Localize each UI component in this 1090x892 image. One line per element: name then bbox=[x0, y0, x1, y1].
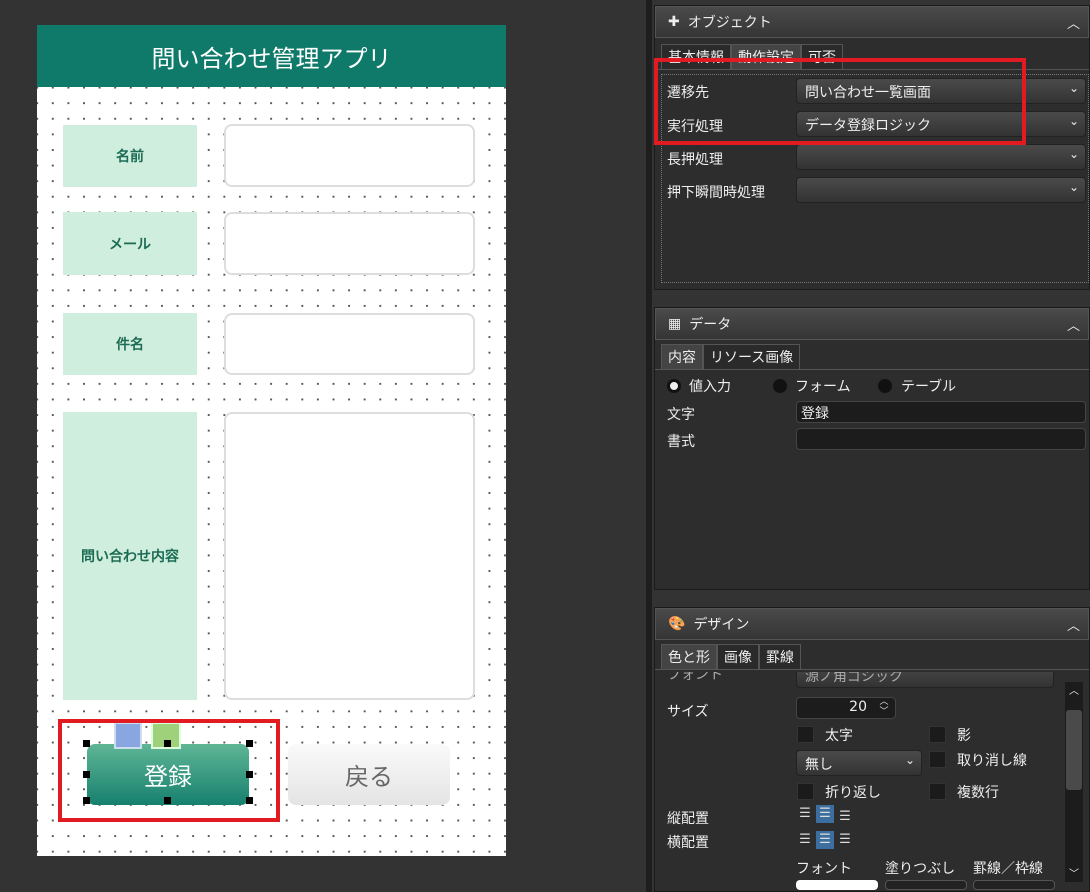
shadow-label: 影 bbox=[957, 728, 971, 744]
scrollbar[interactable]: ︿ ﹀ bbox=[1065, 682, 1083, 882]
inquiry-textarea[interactable] bbox=[224, 412, 475, 700]
longpress-select[interactable]: ⌄ bbox=[796, 144, 1086, 170]
font-color-label: フォント bbox=[796, 861, 852, 877]
multiline-label: 複数行 bbox=[957, 785, 999, 801]
chevron-down-icon: ⌄ bbox=[904, 753, 915, 767]
press-instant-label: 押下瞬間時処理 bbox=[667, 185, 765, 201]
design-panel: 🎨 デザイン ︿ 色と形 画像 罫線 フォント 源ノ角ゴシック サイズ 20 ︿ ﹀ … bbox=[654, 607, 1090, 892]
email-input[interactable] bbox=[224, 212, 475, 275]
data-panel: ▦ データ ︿ 内容 リソース画像 値入力 フォーム テーブル 文字 登録 書式 bbox=[654, 307, 1090, 590]
table-icon: ▦ bbox=[668, 316, 682, 332]
palette-icon: 🎨 bbox=[668, 616, 686, 632]
longpress-label: 長押処理 bbox=[667, 152, 723, 168]
align-middle-icon[interactable]: ☰ bbox=[816, 805, 834, 823]
format-label: 書式 bbox=[667, 434, 695, 450]
valign-label: 縦配置 bbox=[667, 811, 709, 827]
size-spinner[interactable]: ︿ ﹀ bbox=[873, 697, 895, 719]
align-bottom-icon[interactable]: ☰ bbox=[836, 808, 854, 826]
radio-label: フォーム bbox=[795, 379, 851, 395]
font-label: フォント bbox=[667, 672, 723, 683]
scroll-down-icon[interactable]: ﹀ bbox=[1065, 865, 1083, 880]
panel-title: オブジェクト bbox=[687, 15, 772, 31]
panel-title: デザイン bbox=[693, 617, 750, 633]
highlight-box bbox=[654, 58, 1026, 145]
border-color-label: 罫線／枠線 bbox=[973, 861, 1043, 877]
tab-image[interactable]: 画像 bbox=[717, 644, 759, 669]
multiline-checkbox[interactable] bbox=[929, 783, 946, 800]
email-label[interactable]: メール bbox=[63, 212, 197, 275]
text-input[interactable]: 登録 bbox=[796, 401, 1086, 423]
object-panel-header[interactable]: ✚ オブジェクト ︿ bbox=[655, 6, 1089, 38]
puzzle-icon: ✚ bbox=[668, 14, 680, 30]
subject-label[interactable]: 件名 bbox=[63, 313, 197, 375]
tab-border[interactable]: 罫線 bbox=[759, 644, 801, 669]
align-right-icon[interactable]: ☰ bbox=[836, 831, 854, 849]
name-label[interactable]: 名前 bbox=[63, 125, 197, 187]
wrap-label: 折り返し bbox=[825, 785, 881, 801]
splitter[interactable] bbox=[646, 0, 652, 892]
align-top-icon[interactable]: ☰ bbox=[796, 805, 814, 823]
press-instant-select[interactable]: ⌄ bbox=[796, 177, 1086, 203]
bold-checkbox[interactable] bbox=[797, 726, 814, 743]
strike-label: 取り消し線 bbox=[957, 753, 1027, 769]
tab-color-shape[interactable]: 色と形 bbox=[661, 644, 717, 669]
name-input[interactable] bbox=[224, 124, 475, 187]
subject-input[interactable] bbox=[224, 313, 475, 375]
chevron-down-icon: ⌄ bbox=[1068, 147, 1079, 161]
tab-content[interactable]: 内容 bbox=[661, 344, 703, 369]
text-label: 文字 bbox=[667, 407, 695, 423]
border-color-swatch[interactable] bbox=[973, 880, 1055, 890]
back-button[interactable]: 戻る bbox=[288, 744, 450, 805]
radio-value-input[interactable] bbox=[667, 379, 681, 393]
inquiry-label[interactable]: 問い合わせ内容 bbox=[63, 412, 197, 700]
fill-color-label: 塗りつぶし bbox=[885, 861, 956, 877]
chevron-down-icon: ⌄ bbox=[1068, 180, 1079, 194]
collapse-icon[interactable]: ︿ bbox=[1067, 315, 1080, 334]
select-value: 無し bbox=[805, 757, 833, 773]
chevron-down-icon: ⌄ bbox=[1068, 114, 1079, 128]
format-input[interactable] bbox=[796, 428, 1086, 450]
wrap-checkbox[interactable] bbox=[797, 783, 814, 800]
font-select[interactable]: 源ノ角ゴシック bbox=[796, 672, 1054, 688]
decoration-select[interactable]: 無し ⌄ bbox=[796, 750, 922, 776]
highlight-box bbox=[58, 719, 280, 822]
radio-form[interactable] bbox=[773, 379, 787, 393]
app-header: 問い合わせ管理アプリ bbox=[37, 25, 506, 87]
collapse-icon[interactable]: ︿ bbox=[1067, 615, 1080, 634]
fill-color-swatch[interactable] bbox=[885, 880, 967, 890]
object-panel: ✚ オブジェクト ︿ 基本情報 動作設定 可否 遷移先 問い合わせ一覧画面 ⌄ 実行処… bbox=[654, 5, 1090, 290]
radio-label: 値入力 bbox=[689, 379, 731, 395]
scroll-up-icon[interactable]: ︿ bbox=[1065, 682, 1083, 697]
shadow-checkbox[interactable] bbox=[929, 726, 946, 743]
tab-resource-image[interactable]: リソース画像 bbox=[703, 344, 801, 369]
radio-table[interactable] bbox=[878, 379, 892, 393]
design-panel-header[interactable]: 🎨 デザイン ︿ bbox=[655, 608, 1089, 640]
align-center-icon[interactable]: ☰ bbox=[816, 831, 834, 849]
data-panel-header[interactable]: ▦ データ ︿ bbox=[655, 308, 1089, 340]
radio-label: テーブル bbox=[901, 379, 957, 395]
halign-label: 横配置 bbox=[667, 835, 709, 851]
bold-label: 太字 bbox=[825, 728, 853, 744]
collapse-icon[interactable]: ︿ bbox=[1067, 13, 1080, 32]
chevron-down-icon: ⌄ bbox=[1068, 81, 1079, 95]
font-color-swatch[interactable] bbox=[796, 880, 878, 890]
size-label: サイズ bbox=[667, 704, 709, 720]
panel-title: データ bbox=[689, 317, 732, 333]
align-left-icon[interactable]: ☰ bbox=[796, 831, 814, 849]
scrollbar-thumb[interactable] bbox=[1066, 710, 1082, 790]
strike-checkbox[interactable] bbox=[929, 751, 946, 768]
